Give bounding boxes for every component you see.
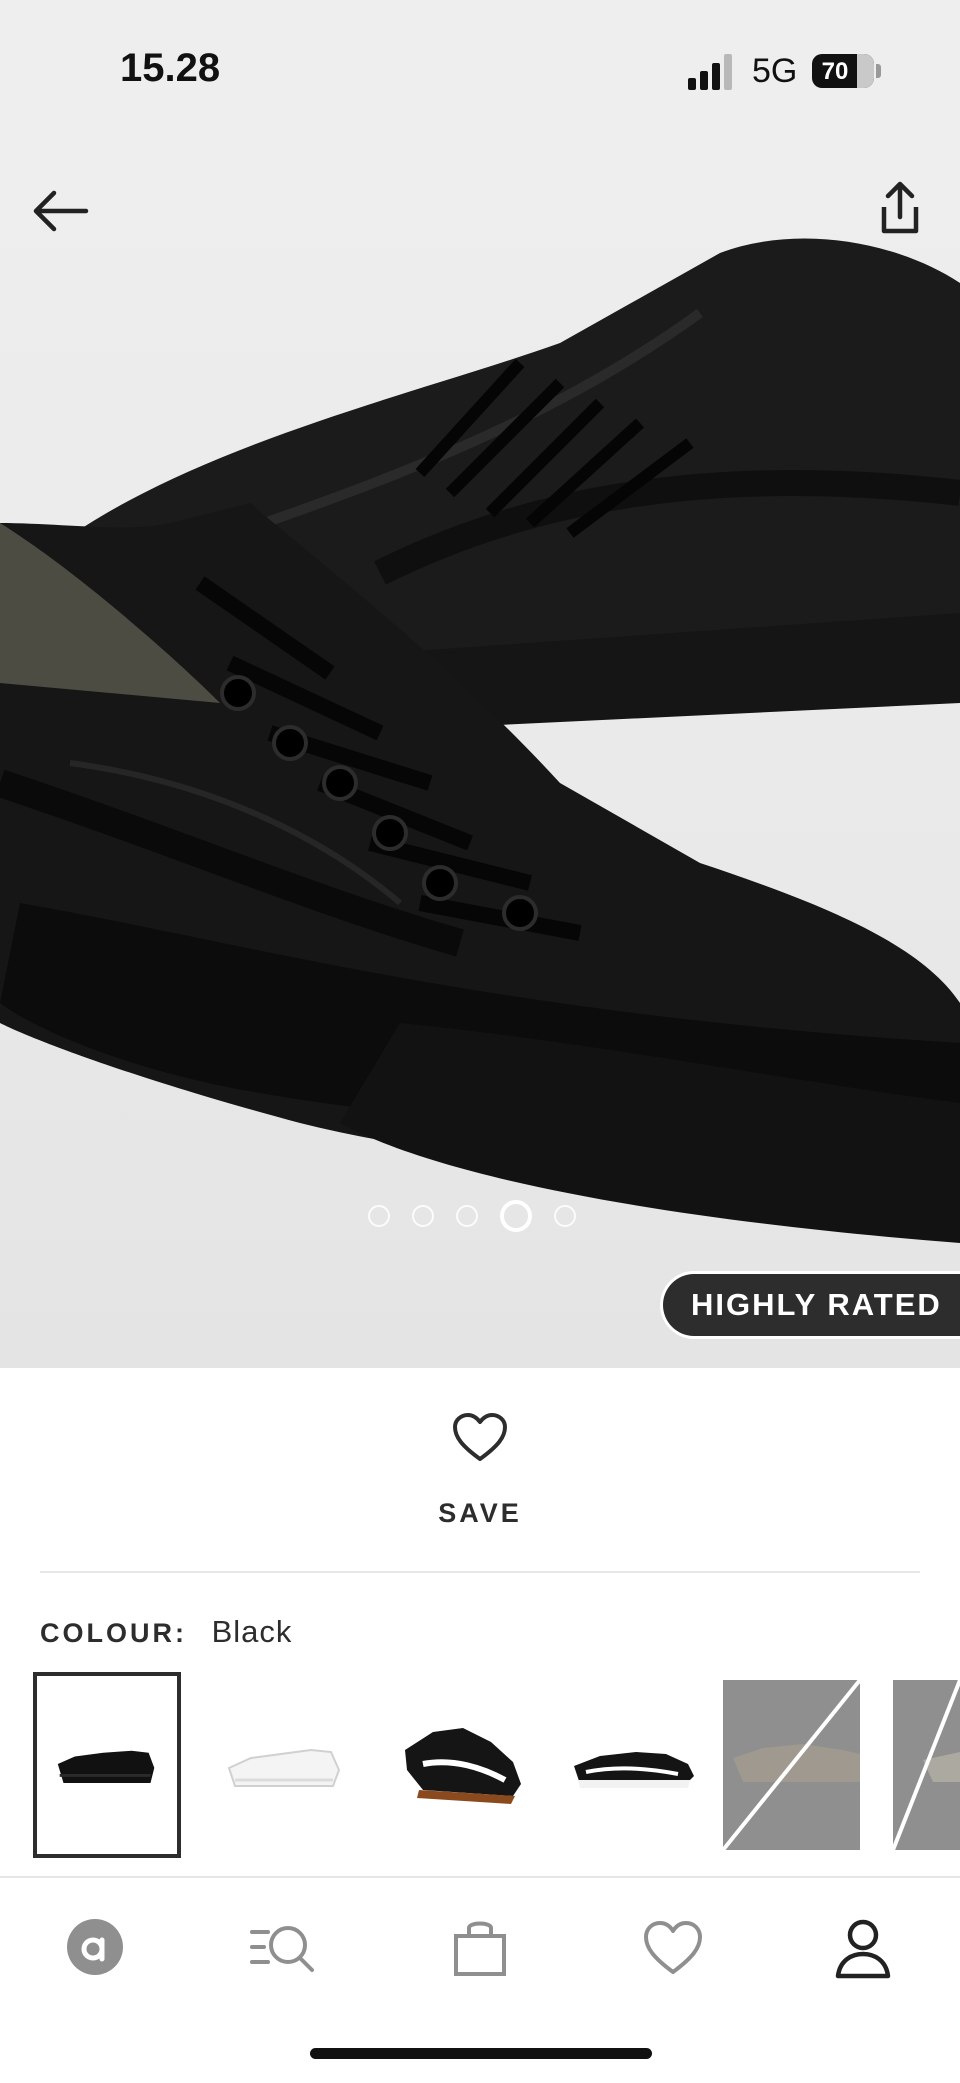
saved-icon xyxy=(644,1921,702,1974)
colour-row: COLOUR: Black xyxy=(40,1614,292,1650)
swatch-black-white[interactable] xyxy=(566,1672,714,1858)
network-label: 5G xyxy=(752,52,798,90)
battery-level: 70 xyxy=(821,58,849,85)
status-time: 15.28 xyxy=(120,46,221,90)
swatch-black-image xyxy=(57,1750,155,1783)
home-icon xyxy=(67,1919,123,1975)
nav-bag[interactable] xyxy=(445,1912,515,1982)
save-button[interactable]: SAVE xyxy=(0,1498,960,1529)
swatch-black[interactable] xyxy=(33,1672,181,1858)
swatch-grey-unavailable[interactable] xyxy=(723,1680,860,1850)
account-icon xyxy=(835,1919,891,1979)
swatch-black-gum[interactable] xyxy=(393,1672,541,1858)
home-indicator xyxy=(310,2048,652,2059)
gallery-dot-active[interactable] xyxy=(500,1200,532,1232)
colour-value: Black xyxy=(211,1614,293,1649)
colour-swatches xyxy=(0,1672,960,1862)
share-icon[interactable] xyxy=(868,177,932,241)
gallery-pagination xyxy=(368,1198,576,1234)
bag-icon xyxy=(454,1921,506,1976)
battery-icon: 70 xyxy=(812,54,874,88)
gallery-dot[interactable] xyxy=(554,1205,576,1227)
colour-label: COLOUR: xyxy=(40,1618,187,1648)
swatch-black-white-image xyxy=(574,1752,694,1788)
swatch-grey-2-image xyxy=(893,1680,960,1850)
product-image xyxy=(0,238,960,1243)
swatch-black-gum-image xyxy=(405,1728,521,1804)
divider xyxy=(40,1571,920,1573)
highly-rated-badge: HIGHLY RATED xyxy=(660,1271,960,1339)
back-arrow-icon[interactable] xyxy=(28,179,92,243)
search-icon xyxy=(250,1926,314,1972)
swatch-grey-2-unavailable[interactable] xyxy=(893,1680,960,1850)
nav-home[interactable] xyxy=(60,1912,130,1982)
nav-saved[interactable] xyxy=(638,1912,708,1982)
product-image-gallery[interactable]: HIGHLY RATED xyxy=(0,143,960,1368)
signal-icon xyxy=(688,54,732,90)
nav-account[interactable] xyxy=(828,1912,898,1982)
status-bar: 15.28 5G 70 xyxy=(0,0,960,143)
gallery-dot[interactable] xyxy=(456,1205,478,1227)
swatch-white-image xyxy=(227,1748,341,1787)
gallery-dot[interactable] xyxy=(412,1205,434,1227)
nav-search[interactable] xyxy=(248,1912,318,1982)
swatch-white[interactable] xyxy=(213,1672,361,1858)
swatch-grey-image xyxy=(723,1680,860,1850)
gallery-dot[interactable] xyxy=(368,1205,390,1227)
heart-icon[interactable] xyxy=(452,1412,508,1464)
battery-nub xyxy=(876,64,881,78)
